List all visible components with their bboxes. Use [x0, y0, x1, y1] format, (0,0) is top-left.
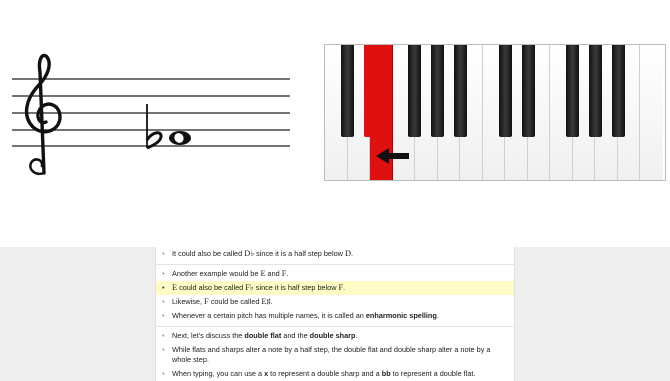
piano-black-key[interactable] [589, 45, 602, 137]
piano-white-key[interactable] [640, 45, 663, 180]
notation-area [0, 0, 670, 247]
note-term: bb [381, 369, 391, 378]
note-text: since it is a half step below [254, 249, 345, 258]
note-text: . [286, 269, 289, 278]
divider [156, 264, 514, 265]
piano-black-key-highlighted[interactable] [364, 45, 377, 137]
bullet: • [162, 311, 165, 320]
note-text: . [343, 283, 346, 292]
piano-black-key[interactable] [499, 45, 512, 137]
note-text: Likewise, [172, 297, 205, 306]
note-text: could be called [208, 297, 262, 306]
flat-sign-icon [145, 104, 163, 150]
piano-black-key[interactable] [431, 45, 444, 137]
note-line-highlighted: • E could also be called F♭ since it is … [156, 281, 514, 295]
note-pitch: E♯ [261, 297, 271, 306]
note-line: • Whenever a certain pitch has multiple … [156, 309, 514, 323]
piano-black-key[interactable] [522, 45, 535, 137]
note-text: since it is half step below [253, 283, 339, 292]
note-pitch: F♭ [245, 283, 254, 292]
lesson-notes-area: • It could also be called D♭ since it is… [0, 247, 670, 381]
note-line: • It could also be called D♭ since it is… [156, 247, 514, 261]
piano-black-key[interactable] [408, 45, 421, 137]
note-text: . [270, 297, 273, 306]
note-text: to represent a double flat. [390, 369, 476, 378]
note-text: . [350, 249, 353, 258]
piano-black-key[interactable] [454, 45, 467, 137]
bullet: • [162, 283, 165, 292]
note-term: double sharp [309, 331, 356, 340]
note-text: and the [281, 331, 310, 340]
bullet: • [162, 297, 165, 306]
note-text: While flats and sharps alter a note by a… [172, 345, 491, 364]
note-text: . [355, 331, 358, 340]
note-line: • When typing, you can use a x to repres… [156, 367, 514, 381]
piano-black-key[interactable] [566, 45, 579, 137]
bullet: • [162, 249, 165, 258]
note-pitch: D♭ [244, 249, 255, 258]
note-text: Whenever a certain pitch has multiple na… [172, 311, 366, 320]
bullet: • [162, 269, 165, 278]
note-text: When typing, you can use a [172, 369, 265, 378]
note-term: double flat [244, 331, 282, 340]
music-staff [12, 53, 290, 175]
bullet: • [162, 345, 165, 354]
note-term: enharmonic spelling [365, 311, 437, 320]
notes-panel: • It could also be called D♭ since it is… [155, 247, 515, 381]
note-text: could also be called [177, 283, 246, 292]
piano-black-key[interactable] [612, 45, 625, 137]
note-text: to represent a double sharp and a [268, 369, 382, 378]
note-line: • Next, let's discuss the double flat an… [156, 329, 514, 343]
note-text: . [436, 311, 439, 320]
left-arrow-icon [376, 148, 409, 164]
note-text: Next, let's discuss the [172, 331, 245, 340]
bullet: • [162, 331, 165, 340]
treble-clef-icon [24, 53, 62, 175]
note-line: • Another example would be E and F. [156, 267, 514, 281]
note-text: It could also be called [172, 249, 245, 258]
piano-black-key[interactable] [341, 45, 354, 137]
divider [156, 326, 514, 327]
bullet: • [162, 369, 165, 378]
note-text: and [265, 269, 282, 278]
note-text: Another example would be [172, 269, 261, 278]
note-line: • While flats and sharps alter a note by… [156, 343, 514, 367]
note-line: • Likewise, F could be called E♯. [156, 295, 514, 309]
whole-note-icon [169, 131, 191, 145]
